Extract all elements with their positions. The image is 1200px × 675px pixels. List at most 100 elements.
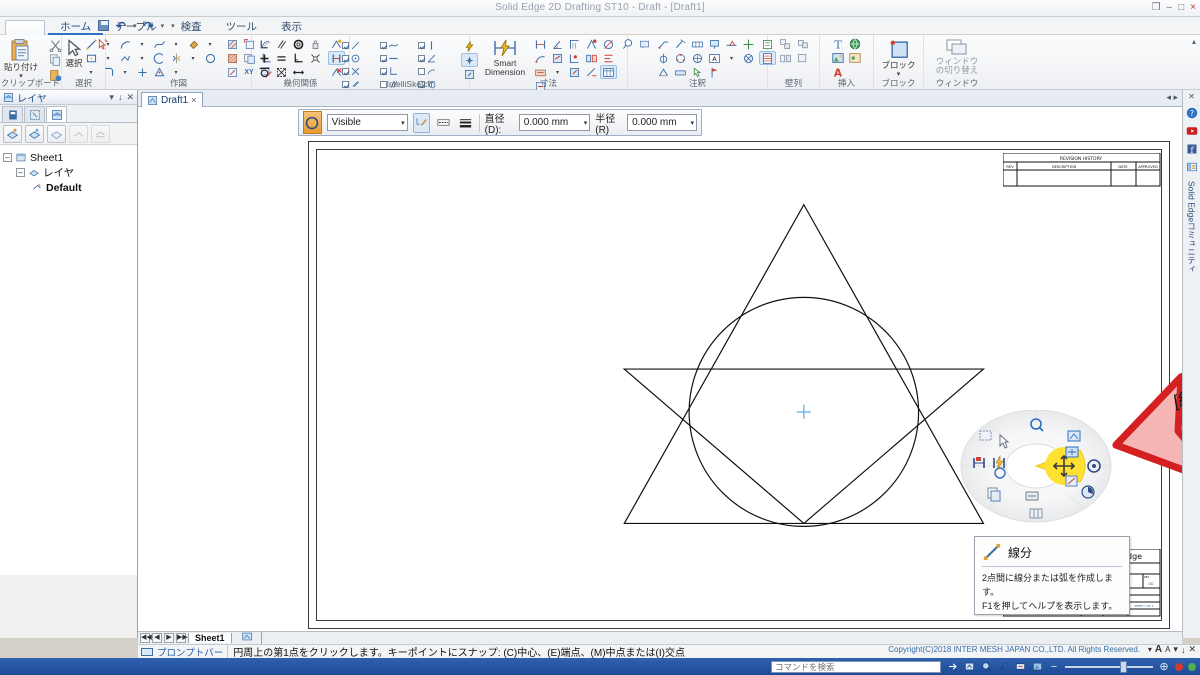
intellisketch-option-9[interactable]: [417, 65, 452, 78]
rectangular-array-button[interactable]: [777, 37, 794, 51]
curve-tool-button[interactable]: [151, 37, 168, 51]
help-icon[interactable]: ?: [1186, 107, 1198, 119]
lock-relation-button[interactable]: [307, 37, 324, 51]
text-size-increase-button[interactable]: A: [1165, 645, 1170, 654]
tab-home[interactable]: ホーム: [48, 20, 104, 35]
tree-node-layers[interactable]: – レイヤ: [3, 165, 134, 180]
panel-tab-layers[interactable]: [46, 106, 67, 122]
checkbox-icon[interactable]: [417, 55, 425, 62]
intellisketch-option-1[interactable]: [341, 39, 376, 52]
new-layer-button[interactable]: [3, 124, 22, 143]
intellisketch-option-6[interactable]: [417, 52, 452, 65]
symmetry-dropdown-icon[interactable]: ▾: [185, 51, 202, 65]
zoom-in-icon[interactable]: ⊕: [1158, 661, 1170, 673]
checkbox-icon[interactable]: [379, 55, 387, 62]
zoom-slider-thumb[interactable]: [1120, 660, 1127, 673]
panel-tab-selection[interactable]: [24, 106, 45, 122]
perpendicular-relation-button[interactable]: [290, 51, 307, 65]
fill-dropdown-icon[interactable]: ▾: [202, 37, 219, 51]
coordinate-dimension-button[interactable]: [566, 37, 583, 51]
hatch-tool-button[interactable]: [224, 37, 241, 51]
panel-menu-icon[interactable]: ▾: [109, 92, 114, 103]
line-weight-button[interactable]: [457, 113, 474, 133]
horizontal-relation-button[interactable]: [256, 51, 273, 65]
view-style-icon[interactable]: [1031, 661, 1043, 673]
chevron-down-icon[interactable]: ▾: [395, 119, 405, 127]
checkbox-icon[interactable]: [341, 68, 349, 75]
drawing-canvas[interactable]: Visible ▾ L 直径(D): 0.000 mm ▾ 半径(R) 0.00…: [138, 107, 1182, 638]
text-size-small-icon[interactable]: ▾: [1148, 645, 1152, 654]
balloon-button[interactable]: [619, 37, 636, 51]
zoom-slider-track[interactable]: [1065, 660, 1153, 673]
zoom-slider[interactable]: [1065, 660, 1153, 673]
equal-relation-button[interactable]: [273, 51, 290, 65]
text-size-decrease-button[interactable]: A: [1155, 644, 1162, 655]
tree-node-sheet1[interactable]: – Sheet1: [3, 150, 134, 165]
smart-dimension-button[interactable]: Smart Dimension: [480, 37, 530, 77]
center-line-button[interactable]: [655, 51, 672, 65]
block-button[interactable]: ブロック ▾: [875, 37, 923, 78]
tab-tools[interactable]: ツール: [214, 20, 270, 35]
dimension-axis-button[interactable]: [566, 51, 583, 65]
intellisketch-option-7[interactable]: [341, 65, 376, 78]
restore-button[interactable]: ❐: [1152, 1, 1161, 15]
tangent-arc-tool-button[interactable]: [151, 51, 168, 65]
panel-tab-library[interactable]: [2, 106, 23, 122]
command-bar-select-button[interactable]: [303, 111, 322, 134]
weld-symbol-button[interactable]: [723, 37, 740, 51]
community-icon[interactable]: [1186, 161, 1198, 173]
next-sheet-button[interactable]: ▶: [164, 633, 174, 643]
status-down-icon[interactable]: ↓: [1181, 645, 1186, 655]
panel-close-icon[interactable]: ✕: [126, 92, 134, 103]
fill-array-button[interactable]: [794, 51, 811, 65]
insert-text-button[interactable]: T: [830, 37, 847, 51]
last-sheet-button[interactable]: ▶▶: [176, 633, 188, 643]
tree-node-default[interactable]: Default: [3, 180, 134, 195]
circular-array-button[interactable]: [794, 37, 811, 51]
connect-relation-button[interactable]: [256, 37, 273, 51]
symmetric-diameter-button[interactable]: [600, 37, 617, 51]
text-dropdown-icon[interactable]: ▾: [723, 51, 740, 65]
fit-view-icon[interactable]: [963, 661, 975, 673]
checkbox-icon[interactable]: [341, 81, 349, 88]
hide-layer-button[interactable]: [47, 124, 66, 143]
line-color-button[interactable]: L: [412, 112, 430, 133]
show-layer-button[interactable]: [25, 124, 44, 143]
coordinate-annotate-button[interactable]: [689, 51, 706, 65]
record-indicator-icon[interactable]: [1175, 662, 1183, 671]
youtube-icon[interactable]: [1186, 125, 1198, 137]
polyline-dropdown-icon[interactable]: ▾: [134, 51, 151, 65]
pan-icon[interactable]: [997, 661, 1009, 673]
chevron-down-icon[interactable]: ▾: [684, 119, 694, 127]
insert-symbol-button[interactable]: [847, 51, 864, 65]
tab-table[interactable]: テーブル: [103, 20, 168, 35]
mirror-array-button[interactable]: [777, 51, 794, 65]
diameter-input[interactable]: 0.000 mm ▾: [518, 114, 591, 131]
circle-dropdown-icon[interactable]: ▾: [83, 65, 100, 79]
panel-pin-icon[interactable]: ↓: [118, 92, 123, 103]
bolt-circle-button[interactable]: [672, 51, 689, 65]
zoom-fit-icon[interactable]: [1014, 661, 1026, 673]
intellisketch-option-4[interactable]: [341, 52, 376, 65]
checkbox-icon[interactable]: [417, 42, 425, 49]
annotation-target-button[interactable]: [740, 51, 757, 65]
angle-between-button[interactable]: [549, 37, 566, 51]
fill-tool-button[interactable]: [185, 37, 202, 51]
intellisketch-option-2[interactable]: [379, 39, 414, 52]
collapse-icon[interactable]: –: [3, 153, 12, 162]
zoom-out-icon[interactable]: −: [1048, 661, 1060, 673]
move-to-layer-button[interactable]: [69, 124, 88, 143]
radius-input[interactable]: 0.000 mm ▾: [627, 114, 697, 131]
first-sheet-button[interactable]: ◀◀: [140, 633, 152, 643]
circle-tool-button[interactable]: [202, 51, 219, 65]
checkbox-icon[interactable]: [417, 68, 425, 75]
feature-control-button[interactable]: [689, 37, 706, 51]
concentric-relation-button[interactable]: [290, 37, 307, 51]
paste-button[interactable]: 貼り付け ▾: [0, 37, 45, 80]
parallel-relation-button[interactable]: [273, 37, 290, 51]
leader-button[interactable]: [655, 37, 672, 51]
line-type-button[interactable]: [435, 113, 452, 133]
prev-sheet-button[interactable]: ◀: [152, 633, 162, 643]
distance-between-button[interactable]: [532, 37, 549, 51]
checkbox-icon[interactable]: [379, 42, 387, 49]
